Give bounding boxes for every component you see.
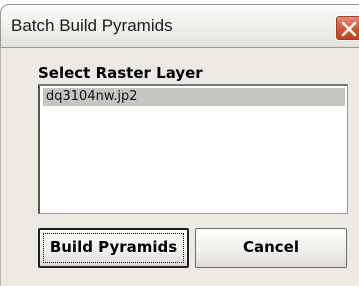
cancel-label: Cancel — [242, 238, 299, 256]
close-button[interactable] — [335, 15, 359, 41]
list-item[interactable]: dq3104nw.jp2 — [43, 88, 345, 106]
title-bar[interactable]: Batch Build Pyramids — [0, 4, 359, 48]
dialog-body: Select Raster Layer dq3104nw.jp2 Build P… — [0, 48, 359, 286]
raster-layer-listbox[interactable]: dq3104nw.jp2 — [38, 84, 348, 214]
focus-ring — [43, 233, 184, 263]
build-pyramids-button[interactable]: Build Pyramids — [38, 228, 189, 268]
window-title: Batch Build Pyramids — [11, 16, 173, 35]
select-raster-layer-label: Select Raster Layer — [38, 64, 203, 82]
close-x-icon — [341, 21, 357, 37]
dialog-window: Batch Build Pyramids Select Raster Layer… — [0, 0, 359, 286]
cancel-button[interactable]: Cancel — [195, 228, 347, 268]
